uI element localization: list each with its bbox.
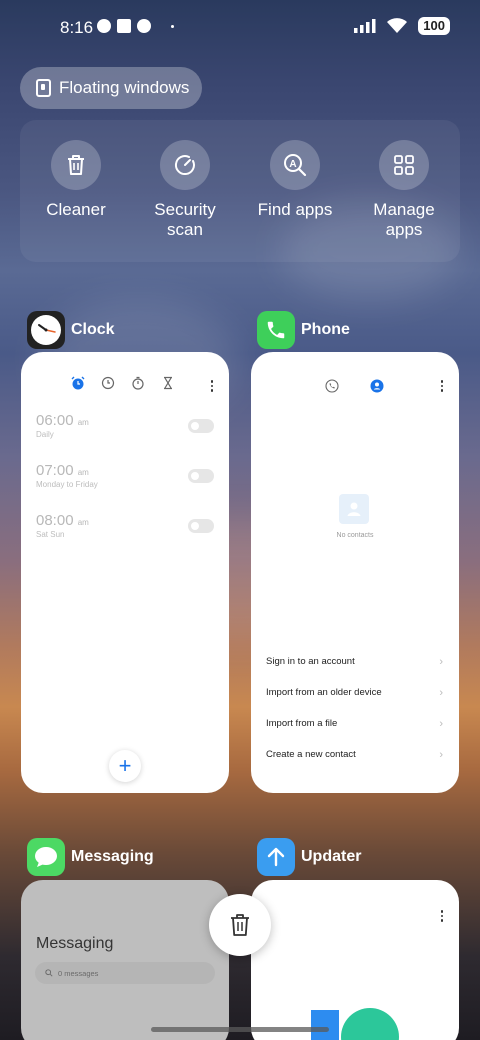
notification-icon: [137, 19, 151, 33]
phone-app-name: Phone: [301, 321, 350, 338]
alarm-time: 07:00: [36, 462, 74, 479]
messaging-app-name: Messaging: [71, 848, 154, 865]
updater-app-header[interactable]: Updater: [257, 838, 361, 876]
alarm-repeat: Monday to Friday: [36, 480, 98, 489]
alarm-tab-icon[interactable]: [71, 376, 85, 390]
alarm-time: 06:00: [36, 412, 74, 429]
import-older-device-row[interactable]: Import from an older device ›: [266, 687, 443, 699]
messaging-app-header[interactable]: Messaging: [27, 838, 154, 876]
status-time: 8:16: [60, 18, 94, 37]
find-apps-button[interactable]: A Find apps: [245, 140, 345, 220]
chevron-right-icon: ›: [439, 718, 443, 730]
updater-more-options-icon[interactable]: [440, 910, 443, 922]
clock-app-icon: [27, 311, 65, 349]
import-from-file-row[interactable]: Import from a file ›: [266, 718, 443, 730]
clock-app-name: Clock: [71, 321, 115, 338]
floating-windows-button[interactable]: Floating windows: [20, 67, 202, 109]
notification-icon: [117, 19, 131, 33]
quick-actions-panel: Cleaner Security scan A Find apps Manage…: [20, 120, 460, 262]
chevron-right-icon: ›: [439, 687, 443, 699]
create-contact-row[interactable]: Create a new contact ›: [266, 749, 443, 761]
trash-icon: [231, 914, 249, 936]
clock-app-header[interactable]: Clock: [27, 311, 115, 349]
world-clock-tab-icon[interactable]: [101, 376, 115, 390]
alarm-toggle[interactable]: [188, 519, 214, 533]
updater-app-icon: [257, 838, 295, 876]
notification-icons: [97, 19, 174, 33]
alarm-repeat: Daily: [36, 430, 54, 439]
alarm-repeat: Sat Sun: [36, 530, 65, 539]
call-log-tab-icon[interactable]: [325, 379, 339, 393]
gauge-icon: [160, 140, 210, 190]
home-indicator[interactable]: [151, 1027, 329, 1032]
alarm-item[interactable]: 06:00 am Daily: [36, 412, 89, 439]
alarm-time: 08:00: [36, 512, 74, 529]
manage-apps-button[interactable]: Manage apps: [354, 140, 454, 240]
notification-icon: [97, 19, 111, 33]
messages-search-placeholder: 0 messages: [58, 968, 99, 978]
row-label: Import from an older device: [266, 687, 382, 698]
clock-recent-card[interactable]: 06:00 am Daily 07:00 am Monday to Friday…: [21, 352, 229, 793]
search-a-icon: A: [270, 140, 320, 190]
updater-recent-card[interactable]: [251, 880, 459, 1040]
status-bar: 8:16 100: [0, 0, 480, 56]
updater-app-name: Updater: [301, 848, 362, 865]
phone-recent-card[interactable]: No contacts Sign in to an account › Impor…: [251, 352, 459, 793]
add-alarm-button[interactable]: +: [109, 750, 141, 782]
floating-window-icon: [36, 79, 51, 97]
cleaner-button[interactable]: Cleaner: [26, 140, 126, 220]
updater-illustration: [311, 1010, 339, 1040]
alarm-ampm: am: [77, 418, 89, 427]
clock-tabs: [71, 376, 175, 390]
more-notifications-dot-icon: [171, 24, 174, 28]
chevron-right-icon: ›: [439, 656, 443, 668]
phone-app-header[interactable]: Phone: [257, 311, 350, 349]
cleaner-label: Cleaner: [46, 200, 106, 219]
security-scan-label: Security scan: [154, 200, 216, 239]
alarm-toggle[interactable]: [188, 469, 214, 483]
trash-icon: [51, 140, 101, 190]
alarm-toggle[interactable]: [188, 419, 214, 433]
row-label: Import from a file: [266, 718, 338, 729]
empty-contacts-icon: [339, 494, 369, 524]
phone-app-icon: [257, 311, 295, 349]
messaging-recent-card[interactable]: Messaging 0 messages: [21, 880, 229, 1040]
security-scan-button[interactable]: Security scan: [135, 140, 235, 240]
sign-in-account-row[interactable]: Sign in to an account ›: [266, 656, 443, 668]
row-label: Create a new contact: [266, 749, 356, 760]
floating-windows-label: Floating windows: [59, 78, 190, 97]
clock-more-options-icon[interactable]: [210, 380, 213, 392]
phone-more-options-icon[interactable]: [440, 380, 443, 392]
no-contacts-text: No contacts: [336, 532, 374, 539]
alarm-ampm: am: [77, 468, 89, 477]
updater-illustration: [341, 1008, 399, 1040]
signal-icon: [354, 19, 376, 33]
clear-all-button[interactable]: [209, 894, 271, 956]
search-icon: [45, 969, 53, 977]
messaging-app-icon: [27, 838, 65, 876]
manage-apps-label: Manage apps: [373, 200, 435, 239]
timer-tab-icon[interactable]: [161, 376, 175, 390]
svg-text:A: A: [289, 159, 296, 170]
row-label: Sign in to an account: [266, 656, 355, 667]
chevron-right-icon: ›: [439, 749, 443, 761]
messaging-title: Messaging: [36, 935, 114, 952]
battery-indicator: 100: [418, 17, 450, 35]
stopwatch-tab-icon[interactable]: [131, 376, 145, 390]
system-icons: 100: [354, 17, 450, 35]
messages-search-field[interactable]: 0 messages: [35, 962, 215, 984]
find-apps-label: Find apps: [257, 200, 333, 219]
grid-icon: [379, 140, 429, 190]
contacts-tab-icon[interactable]: [370, 379, 384, 393]
alarm-ampm: am: [77, 518, 89, 527]
alarm-item[interactable]: 08:00 am Sat Sun: [36, 512, 89, 539]
wifi-icon: [387, 18, 408, 33]
alarm-item[interactable]: 07:00 am Monday to Friday: [36, 462, 98, 489]
